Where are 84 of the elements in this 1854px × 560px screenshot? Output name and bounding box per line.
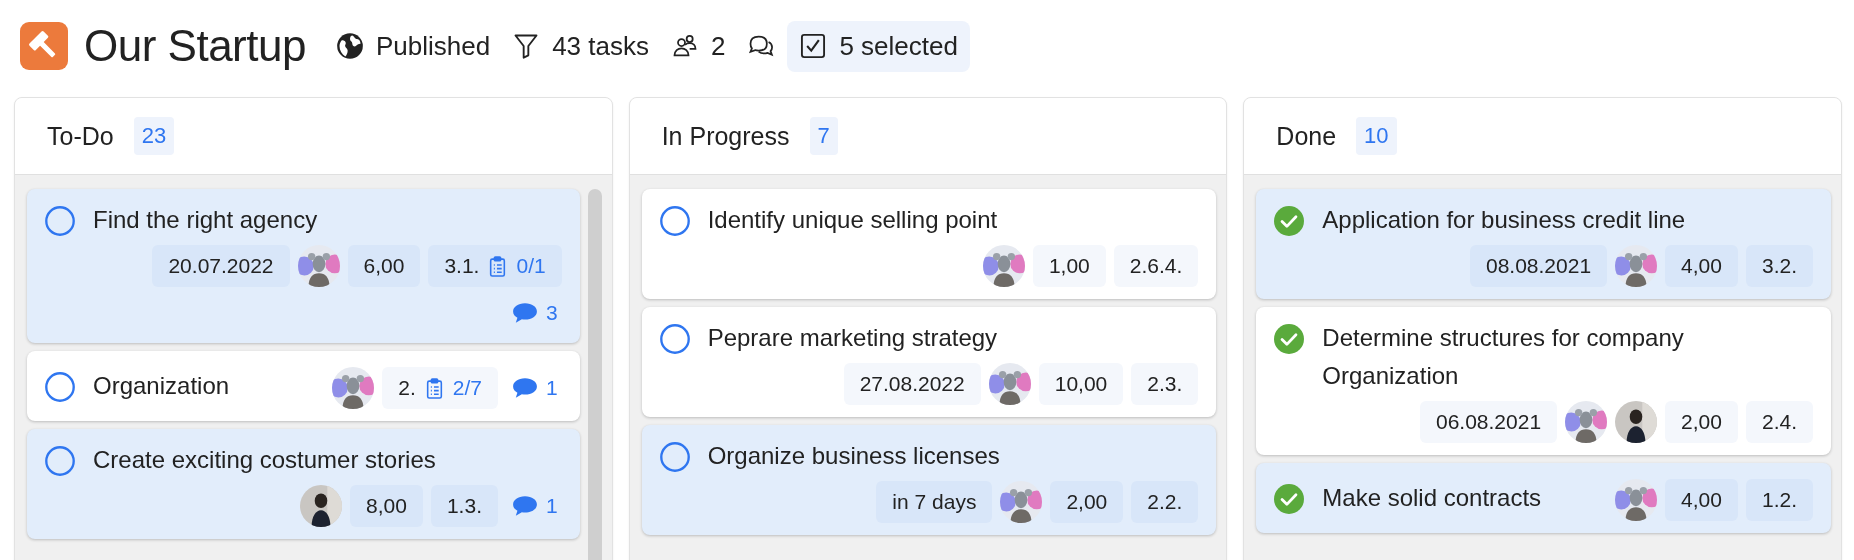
task-number: 2.3. bbox=[1147, 372, 1183, 396]
open-circle-icon[interactable] bbox=[659, 206, 690, 236]
avatar bbox=[297, 245, 340, 287]
comment-icon bbox=[511, 377, 538, 399]
comment-count: 1 bbox=[545, 376, 558, 400]
task-number: 1.3. bbox=[446, 494, 482, 518]
task-number: 2. bbox=[398, 376, 416, 400]
task-number: 2.4. bbox=[1761, 410, 1797, 434]
hours-estimate: 4,00 bbox=[1665, 245, 1738, 287]
filter-button[interactable]: 43 tasks bbox=[512, 22, 649, 70]
avatar bbox=[1000, 481, 1043, 523]
task-count: 10 bbox=[1356, 117, 1397, 155]
column-title: Done bbox=[1276, 121, 1337, 151]
open-circle-icon[interactable] bbox=[45, 206, 75, 236]
avatar bbox=[1565, 401, 1608, 443]
open-circle-icon[interactable] bbox=[659, 324, 690, 354]
task-title: Find the right agency bbox=[93, 205, 318, 235]
task-card[interactable]: Determine structures for company Organization 06.08.2021 2,00 2.4. bbox=[1256, 307, 1831, 455]
open-circle-icon[interactable] bbox=[45, 372, 75, 402]
avatar bbox=[300, 485, 343, 527]
task-card[interactable]: Application for business credit line 08.08.2021 4,00 3.2. bbox=[1256, 189, 1831, 299]
avatar bbox=[1615, 479, 1658, 521]
task-title: Peprare marketing strategy bbox=[707, 323, 998, 353]
visibility-button[interactable]: Published bbox=[335, 22, 491, 70]
due-date: 27.08.2022 bbox=[843, 363, 981, 405]
task-number: 2.6.4. bbox=[1129, 254, 1183, 278]
avatar bbox=[988, 363, 1031, 405]
task-number: 1.2. bbox=[1761, 488, 1797, 512]
task-card[interactable]: Organization 2. 2/7 1 bbox=[27, 351, 580, 421]
avatar bbox=[1615, 245, 1658, 287]
selection-button[interactable]: 5 selected bbox=[787, 20, 970, 72]
hours-estimate: 8,00 bbox=[350, 485, 423, 527]
due-date: 06.08.2021 bbox=[1420, 401, 1558, 443]
globe-icon bbox=[335, 32, 364, 60]
column-title: In Progress bbox=[661, 121, 790, 151]
checkbox-icon bbox=[799, 32, 828, 60]
checklist-icon bbox=[489, 255, 507, 277]
due-date: in 7 days bbox=[876, 481, 993, 523]
completed-check-icon[interactable] bbox=[1274, 206, 1305, 236]
hours-estimate: 4,00 bbox=[1665, 479, 1738, 521]
hours-estimate: 2,00 bbox=[1665, 401, 1738, 443]
open-circle-icon[interactable] bbox=[45, 446, 75, 476]
project-title: Our Startup bbox=[84, 21, 306, 71]
task-title: Create exciting costumer stories bbox=[93, 445, 436, 475]
task-number: 2.2. bbox=[1147, 490, 1183, 514]
task-title: Organize business licenses bbox=[707, 441, 1000, 471]
task-count: 23 bbox=[133, 117, 175, 155]
checklist-progress: 2/7 bbox=[452, 376, 482, 400]
completed-check-icon[interactable] bbox=[1274, 484, 1305, 514]
task-card[interactable]: Identify unique selling point 1,00 2.6.4. bbox=[641, 189, 1217, 299]
hours-estimate: 2,00 bbox=[1050, 481, 1124, 523]
open-circle-icon[interactable] bbox=[659, 442, 690, 472]
task-card[interactable]: Find the right agency 20.07.2022 6,00 3.1. 0/1 3 bbox=[27, 189, 580, 343]
task-count: 7 bbox=[809, 117, 838, 155]
task-title: Determine structures for company Organization bbox=[1322, 323, 1685, 391]
comment-icon bbox=[511, 302, 538, 324]
task-card[interactable]: Peprare marketing strategy 27.08.2022 10,00 2.3. bbox=[641, 307, 1217, 417]
task-card[interactable]: Make solid contracts 4,00 1.2. bbox=[1256, 463, 1831, 533]
avatar bbox=[982, 245, 1025, 287]
completed-check-icon[interactable] bbox=[1274, 324, 1305, 354]
task-card[interactable]: Organize business licenses in 7 days 2,00 2.2. bbox=[641, 425, 1217, 535]
comment-count: 1 bbox=[545, 494, 558, 518]
due-date: 20.07.2022 bbox=[152, 245, 290, 287]
task-title: Make solid contracts bbox=[1322, 483, 1542, 513]
task-title: Application for business credit line bbox=[1322, 205, 1686, 235]
avatar bbox=[332, 367, 375, 409]
comment-icon bbox=[511, 495, 538, 517]
due-date: 08.08.2021 bbox=[1470, 245, 1608, 287]
task-number: 3.2. bbox=[1761, 254, 1797, 278]
task-title: Organization bbox=[93, 371, 230, 401]
task-title: Identify unique selling point bbox=[707, 205, 998, 235]
hours-estimate: 10,00 bbox=[1038, 363, 1124, 405]
scrollbar[interactable] bbox=[587, 189, 602, 560]
hours-estimate: 1,00 bbox=[1032, 245, 1106, 287]
comment-count: 3 bbox=[545, 301, 558, 325]
members-button[interactable]: 2 bbox=[670, 22, 726, 70]
checklist-progress: 0/1 bbox=[516, 254, 546, 278]
hours-estimate: 6,00 bbox=[347, 245, 421, 287]
checklist-icon bbox=[425, 377, 443, 399]
task-number: 3.1. bbox=[444, 254, 480, 278]
gavel-icon bbox=[20, 22, 68, 70]
task-card[interactable]: Create exciting costumer stories 8,00 1.3. 1 bbox=[27, 429, 580, 539]
avatar bbox=[1615, 401, 1658, 443]
column-title: To-Do bbox=[47, 121, 114, 151]
